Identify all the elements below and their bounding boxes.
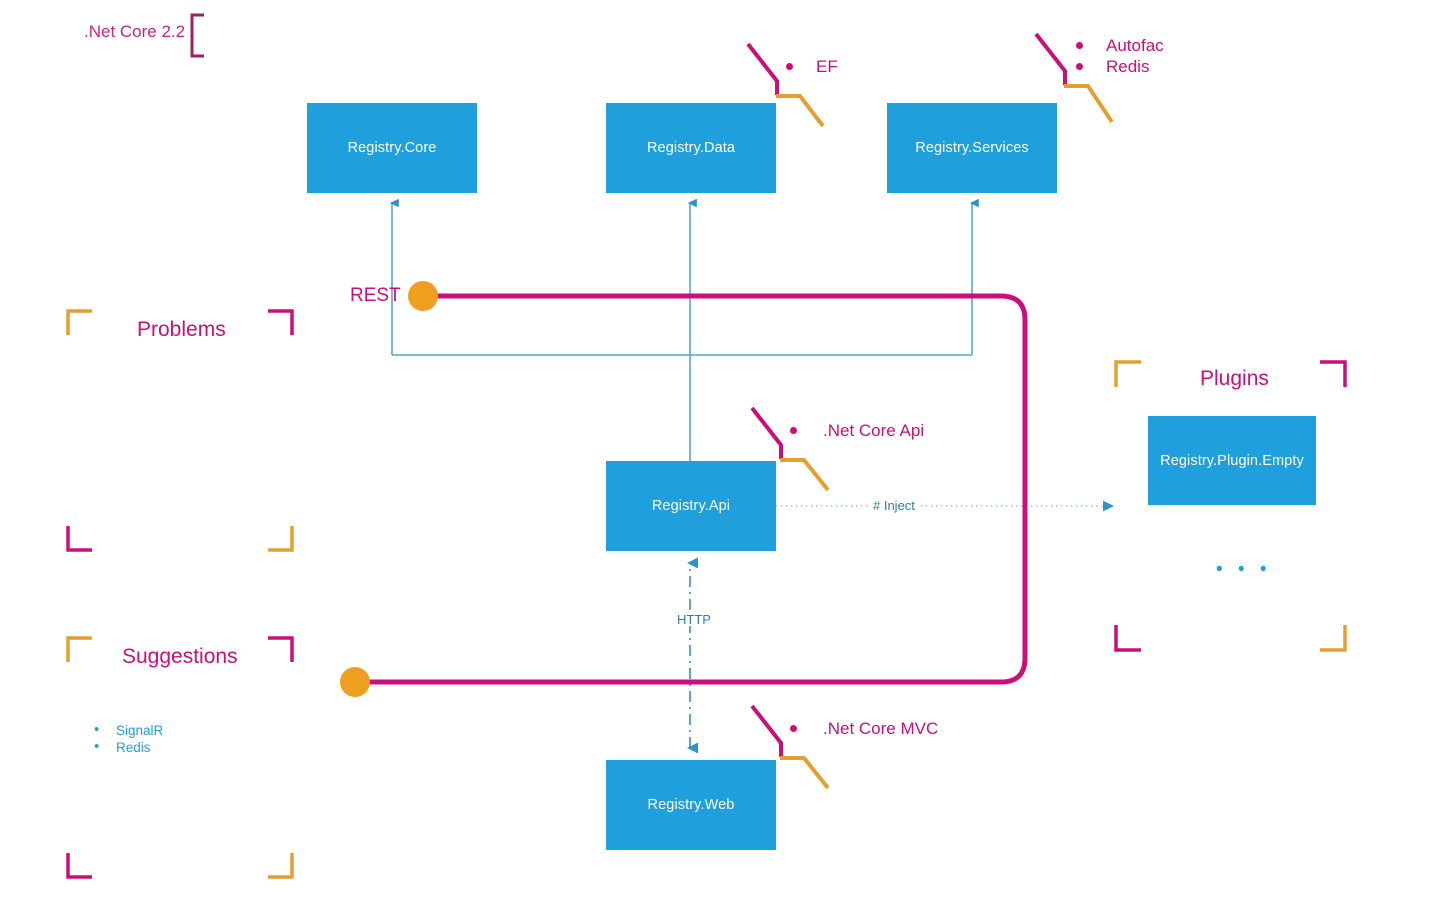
netcore-bracket xyxy=(190,13,204,58)
node-registry-data[interactable]: Registry.Data xyxy=(606,103,776,193)
annotation-bullet-netcore-api xyxy=(790,427,797,434)
netcore-version-label: .Net Core 2.2 xyxy=(84,22,186,41)
annotation-autofac: Autofac xyxy=(1106,36,1164,55)
rest-endpoint-dot xyxy=(408,281,438,311)
node-registry-core[interactable]: Registry.Core xyxy=(307,103,477,193)
node-registry-plugin-empty[interactable]: Registry.Plugin.Empty xyxy=(1148,416,1316,505)
node-label: Registry.Plugin.Empty xyxy=(1160,452,1304,469)
annotation-redis: Redis xyxy=(1106,57,1150,76)
annotation-ef: EF xyxy=(816,57,838,76)
annotation-netcore-api: .Net Core Api xyxy=(823,421,925,440)
plugins-ellipsis: • • • xyxy=(1216,559,1272,580)
group-title-plugins: Plugins xyxy=(1200,367,1269,390)
node-registry-api[interactable]: Registry.Api xyxy=(606,461,776,551)
node-label: Registry.Services xyxy=(915,140,1029,156)
node-label: Registry.Data xyxy=(646,140,736,156)
node-registry-web[interactable]: Registry.Web xyxy=(606,760,776,850)
node-label: Registry.Core xyxy=(347,140,437,156)
group-corners-suggestions xyxy=(66,636,294,879)
group-corners-plugins xyxy=(1114,360,1347,652)
annotation-bullet-redis xyxy=(1076,63,1083,70)
group-title-problems: Problems xyxy=(137,318,226,341)
group-title-suggestions: Suggestions xyxy=(122,645,238,668)
annotation-bullet-ef xyxy=(786,63,793,70)
annotation-netcore-mvc: .Net Core MVC xyxy=(823,719,939,738)
diagram-canvas: .Net Core 2.2 Registry.Core Registry.Dat… xyxy=(0,0,1441,897)
suggestions-list: SignalR Redis xyxy=(68,721,163,756)
edge-label-http: HTTP xyxy=(673,613,715,626)
list-item: SignalR xyxy=(68,721,163,739)
node-label: Registry.Web xyxy=(647,797,735,813)
node-label: Registry.Api xyxy=(651,498,731,514)
node-registry-services[interactable]: Registry.Services xyxy=(887,103,1057,193)
web-endpoint-dot xyxy=(340,667,370,697)
edge-label-inject: # Inject xyxy=(869,499,919,512)
annotation-bullet-autofac xyxy=(1076,42,1083,49)
edge-label-rest: REST xyxy=(350,285,401,306)
annotation-bullet-netcore-mvc xyxy=(790,725,797,732)
list-item: Redis xyxy=(68,738,163,756)
group-corners-problems xyxy=(66,309,294,552)
